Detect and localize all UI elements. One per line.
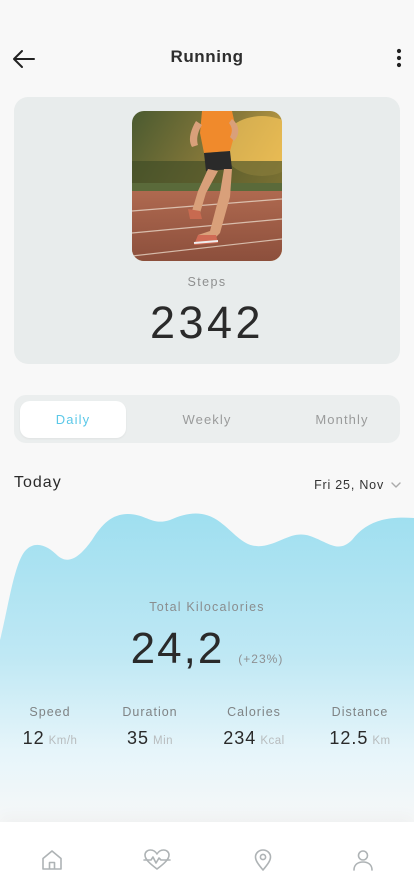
page-title: Running xyxy=(170,47,244,66)
tab-daily[interactable]: Daily xyxy=(20,401,126,438)
stats-row: Speed 12 Km/h Duration 35 Min Calories 234… xyxy=(0,705,414,755)
stat-value: 12 xyxy=(22,728,45,748)
stat-speed: Speed 12 Km/h xyxy=(0,705,102,749)
user-icon xyxy=(353,850,373,871)
chevron-down-icon xyxy=(391,482,401,488)
stat-unit: Kcal xyxy=(260,735,285,747)
stat-value: 234 xyxy=(223,728,257,748)
location-pin-icon xyxy=(254,849,272,871)
today-heading: Today xyxy=(14,474,62,491)
stat-calories: Calories 234 Kcal xyxy=(202,705,306,749)
stat-value: 35 xyxy=(126,728,149,748)
kcal-summary: 24,2 (+23%) xyxy=(0,624,414,674)
runner-photo xyxy=(132,111,282,261)
steps-value: 2342 xyxy=(149,297,265,348)
home-icon xyxy=(42,850,62,870)
nav-activity[interactable] xyxy=(143,848,171,872)
steps-label: Steps xyxy=(187,275,227,289)
tab-weekly[interactable]: Weekly xyxy=(154,401,260,438)
kcal-value: 24,2 xyxy=(130,624,225,673)
stat-label: Duration xyxy=(122,705,178,719)
date-label: Fri 25, Nov xyxy=(314,478,384,492)
nav-location[interactable] xyxy=(251,848,275,872)
kcal-change: (+23%) xyxy=(238,652,284,666)
stat-label: Distance xyxy=(331,705,389,719)
bottom-nav xyxy=(0,822,414,896)
kcal-label: Total Kilocalories xyxy=(149,600,265,614)
more-options-button[interactable] xyxy=(390,44,408,74)
heart-pulse-icon xyxy=(143,849,171,870)
stat-unit: Min xyxy=(153,735,174,747)
stat-unit: Km xyxy=(372,735,391,747)
stat-distance: Distance 12.5 Km xyxy=(308,705,412,749)
date-selector[interactable]: Fri 25, Nov xyxy=(314,476,402,494)
period-tabs: Daily Weekly Monthly xyxy=(14,395,400,443)
stat-label: Speed xyxy=(29,705,71,719)
stat-duration: Duration 35 Min xyxy=(98,705,202,749)
stat-label: Calories xyxy=(227,705,281,719)
stat-value: 12.5 xyxy=(329,728,369,748)
nav-profile[interactable] xyxy=(351,848,375,872)
nav-home[interactable] xyxy=(40,848,64,872)
steps-card: Steps 2342 xyxy=(14,97,400,364)
tab-monthly[interactable]: Monthly xyxy=(289,401,395,438)
more-vertical-icon xyxy=(396,48,402,68)
stat-unit: Km/h xyxy=(48,735,78,747)
